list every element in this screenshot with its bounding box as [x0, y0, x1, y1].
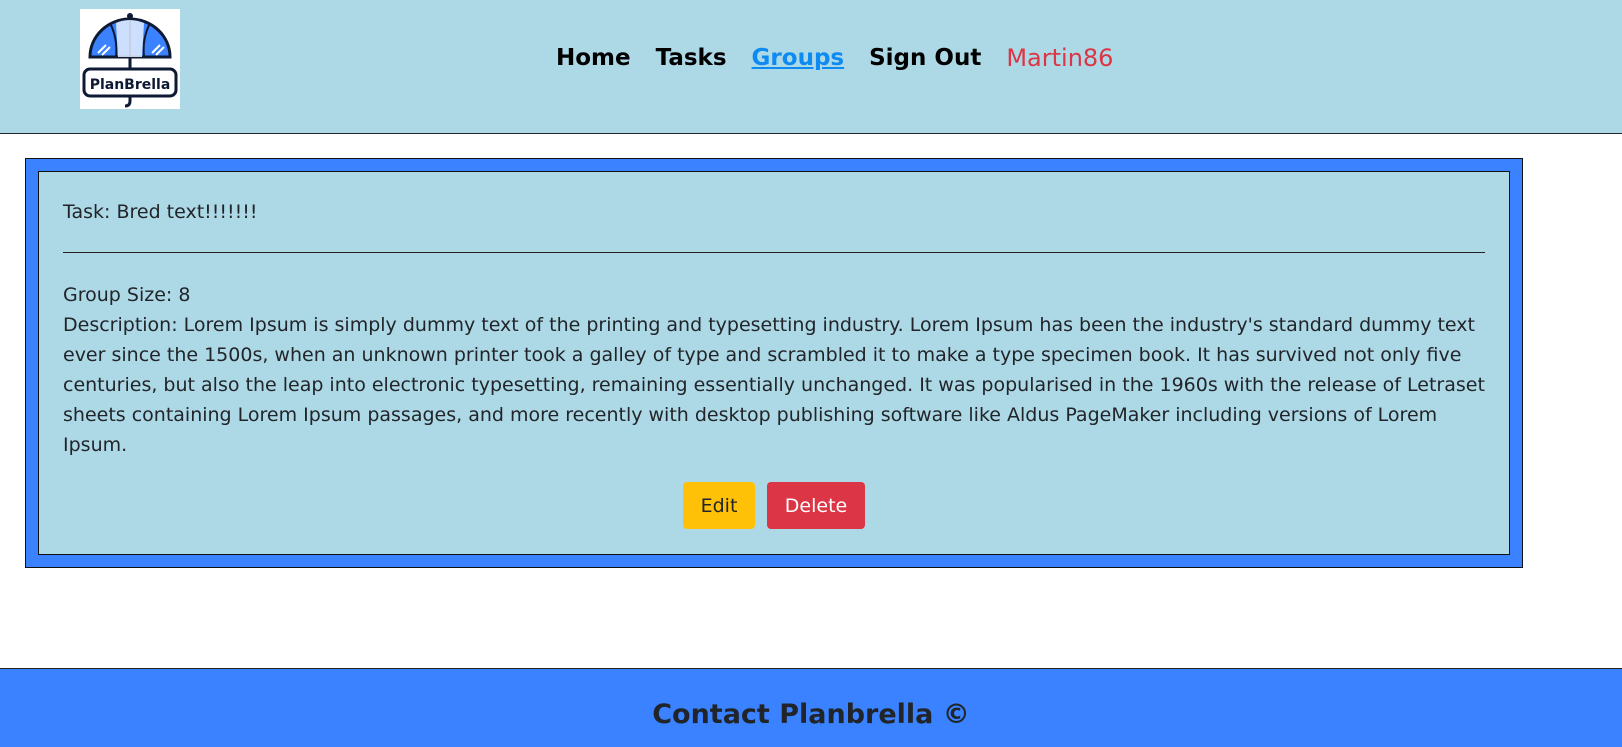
main-nav: Home Tasks Groups Sign Out Martin86	[556, 38, 1113, 78]
site-header: PlanBrella Home Tasks Groups Sign Out Ma…	[0, 0, 1622, 134]
nav-home-link[interactable]: Home	[556, 45, 631, 71]
logo-text: PlanBrella	[90, 77, 171, 93]
nav-tasks-link[interactable]: Tasks	[656, 45, 727, 71]
task-card: Task: Bred text!!!!!!! Group Size: 8 Des…	[38, 171, 1510, 555]
task-description: Description: Lorem Ipsum is simply dummy…	[63, 314, 1485, 456]
umbrella-icon: PlanBrella	[82, 13, 178, 108]
footer-contact-text: Contact Planbrella ©	[652, 699, 970, 730]
task-card-frame: Task: Bred text!!!!!!! Group Size: 8 Des…	[25, 158, 1523, 568]
group-size: Group Size: 8	[63, 284, 191, 306]
delete-button[interactable]: Delete	[767, 482, 865, 529]
username-label: Martin86	[1006, 44, 1114, 72]
card-divider	[63, 252, 1485, 253]
nav-groups-link[interactable]: Groups	[752, 45, 845, 71]
planbrella-logo[interactable]: PlanBrella	[80, 9, 180, 109]
nav-sign-out-link[interactable]: Sign Out	[869, 45, 981, 71]
site-footer: Contact Planbrella ©	[0, 668, 1622, 747]
card-actions: Edit Delete	[39, 482, 1509, 529]
task-title: Task: Bred text!!!!!!!	[63, 201, 258, 223]
edit-button[interactable]: Edit	[683, 482, 755, 529]
